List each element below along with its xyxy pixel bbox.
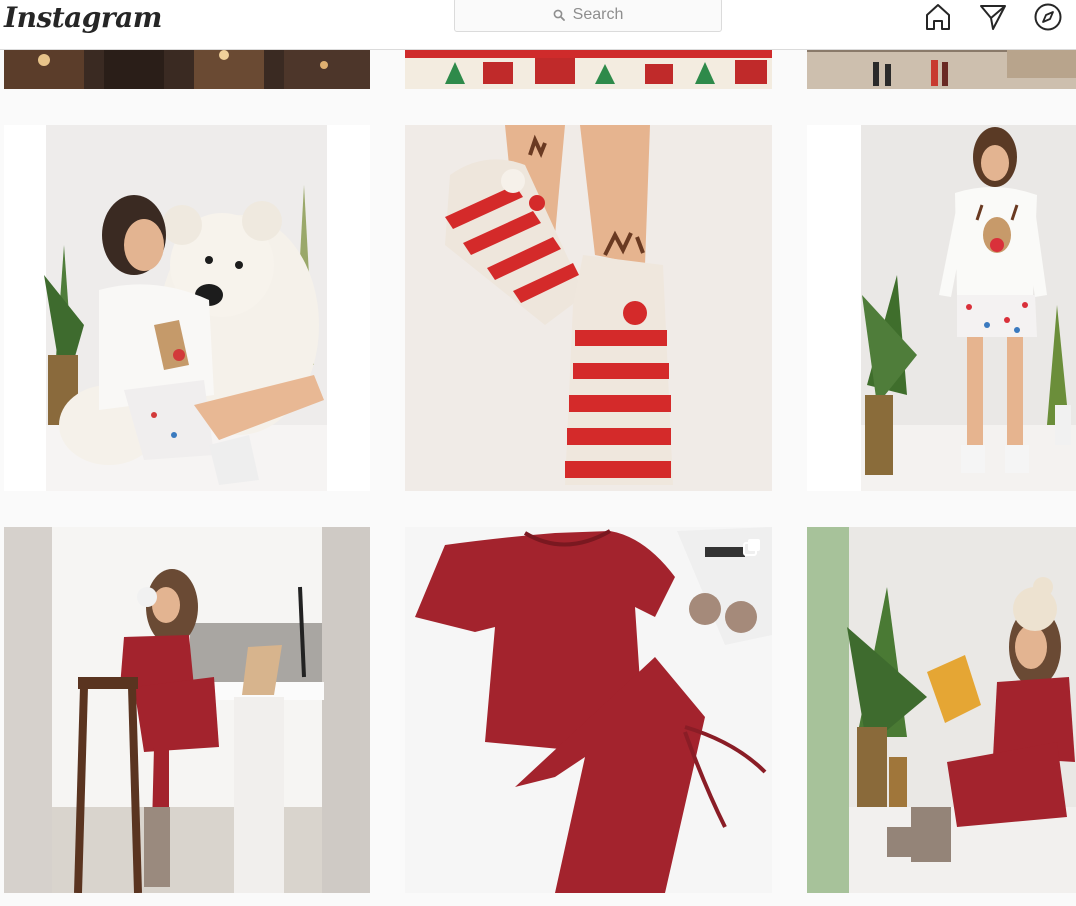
search-icon: [553, 9, 565, 21]
post-thumbnail[interactable]: [4, 125, 370, 491]
home-icon[interactable]: [923, 2, 953, 32]
post-thumbnail[interactable]: [405, 125, 772, 491]
direct-message-icon[interactable]: [978, 2, 1008, 32]
search-input[interactable]: Search: [454, 0, 722, 32]
top-nav-bar: Instagram Search: [0, 0, 1076, 50]
post-image: [4, 527, 370, 893]
post-image: [405, 125, 772, 491]
post-image: [807, 125, 1076, 491]
post-image: [4, 125, 370, 491]
instagram-logo[interactable]: Instagram: [4, 0, 162, 40]
post-thumbnail[interactable]: [807, 125, 1076, 491]
post-image: [807, 527, 1076, 893]
post-thumbnail[interactable]: [807, 527, 1076, 893]
search-placeholder: Search: [572, 6, 624, 23]
multiple-posts-icon: [743, 539, 760, 556]
post-thumbnail[interactable]: [405, 527, 772, 893]
explore-compass-icon[interactable]: [1033, 2, 1063, 32]
post-thumbnail[interactable]: [4, 527, 370, 893]
post-image: [405, 527, 772, 893]
